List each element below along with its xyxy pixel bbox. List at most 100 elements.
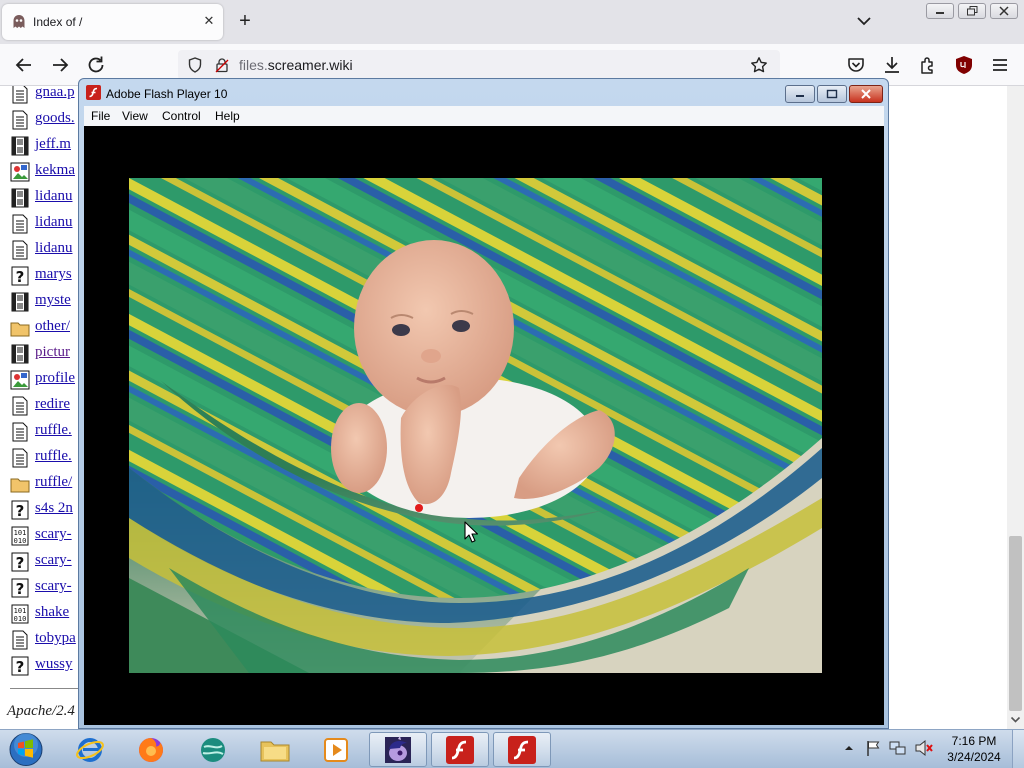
scroll-down-arrow-icon[interactable] — [1009, 713, 1022, 726]
file-link[interactable]: shake — [35, 604, 69, 621]
file-link[interactable]: ruffle. — [35, 422, 72, 439]
browser-close-button[interactable] — [990, 3, 1018, 19]
taskbar-clock[interactable]: 7:16 PM 3/24/2024 — [940, 733, 1008, 765]
tab-title: Index of / — [33, 15, 83, 29]
file-link[interactable]: scary- — [35, 526, 72, 543]
taskbar-firefox[interactable] — [122, 732, 180, 767]
document-icon — [10, 630, 30, 650]
file-link[interactable]: tobypa — [35, 630, 76, 647]
taskbar-flash-player-1[interactable] — [431, 732, 489, 767]
file-link[interactable]: goods. — [35, 110, 75, 127]
scrollbar-thumb[interactable] — [1009, 536, 1022, 711]
file-link[interactable]: lidanu — [35, 240, 73, 257]
file-link[interactable]: redire — [35, 396, 70, 413]
flash-logo-icon — [86, 85, 101, 100]
forward-arrow-icon[interactable] — [48, 53, 72, 77]
clock-date: 3/24/2024 — [947, 750, 1001, 764]
file-link[interactable]: scary- — [35, 552, 72, 569]
start-orb-windows-icon[interactable] — [4, 731, 48, 768]
file-link[interactable]: ruffle. — [35, 448, 72, 465]
network-icon[interactable] — [889, 739, 907, 757]
svg-text:101: 101 — [14, 529, 27, 537]
browser-minimize-button[interactable] — [926, 3, 954, 19]
tab-bar: Index of / ✕ + — [0, 0, 1024, 44]
menu-file[interactable]: File — [91, 109, 110, 123]
file-link[interactable]: ruffle/ — [35, 474, 72, 491]
flash-menu-bar: File View Control Help — [84, 106, 884, 126]
flash-close-button[interactable] — [849, 85, 883, 103]
server-footer: Apache/2.4 — [7, 703, 75, 719]
reload-icon[interactable] — [84, 53, 108, 77]
internet-explorer-icon — [76, 737, 104, 762]
tab-close-icon[interactable]: ✕ — [201, 13, 217, 29]
menu-help[interactable]: Help — [215, 109, 240, 123]
extensions-puzzle-icon[interactable] — [916, 53, 940, 77]
pocket-icon[interactable] — [844, 53, 868, 77]
document-icon — [10, 422, 30, 442]
url-subdomain: files. — [239, 57, 268, 73]
file-link[interactable]: lidanu — [35, 188, 73, 205]
show-desktop-button[interactable] — [1012, 730, 1024, 768]
ublock-origin-icon[interactable] — [952, 53, 976, 77]
file-link[interactable]: lidanu — [35, 214, 73, 231]
svg-text:?: ? — [16, 658, 25, 676]
bookmark-star-icon[interactable] — [750, 56, 768, 74]
taskbar-pony-app[interactable] — [369, 732, 427, 767]
clock-time: 7:16 PM — [951, 734, 997, 748]
file-link[interactable]: wussy — [35, 656, 73, 673]
menu-hamburger-icon[interactable] — [988, 53, 1012, 77]
document-icon — [10, 240, 30, 260]
flash-maximize-button[interactable] — [817, 85, 847, 103]
document-icon — [10, 214, 30, 234]
video-frame-baby-in-hammock — [129, 178, 822, 673]
file-link[interactable]: s4s 2n — [35, 500, 73, 517]
flash-stage[interactable] — [84, 126, 884, 725]
file-link[interactable]: marys — [35, 266, 72, 283]
file-link[interactable]: kekma — [35, 162, 75, 179]
taskbar-app-globe[interactable] — [184, 732, 242, 767]
action-center-flag-icon[interactable] — [865, 739, 883, 757]
flash-minimize-button[interactable] — [785, 85, 815, 103]
flash-window-title: Adobe Flash Player 10 — [106, 87, 228, 101]
svg-text:?: ? — [16, 268, 25, 286]
lock-warning-icon[interactable] — [214, 57, 230, 73]
svg-text:?: ? — [16, 502, 25, 520]
url-bar[interactable]: files.screamer.wiki — [178, 50, 780, 80]
taskbar-internet-explorer[interactable] — [61, 732, 119, 767]
folder-icon — [260, 741, 290, 761]
svg-text:010: 010 — [14, 537, 27, 545]
video-icon — [10, 292, 30, 312]
browser-tab[interactable]: Index of / ✕ — [2, 4, 223, 40]
back-arrow-icon[interactable] — [12, 53, 36, 77]
tracking-shield-icon[interactable] — [187, 57, 203, 73]
show-hidden-icons-arrow-icon[interactable] — [843, 742, 855, 754]
svg-text:?: ? — [16, 580, 25, 598]
file-link[interactable]: gnaa.p — [35, 86, 75, 101]
file-link[interactable]: other/ — [35, 318, 70, 335]
menu-view[interactable]: View — [122, 109, 148, 123]
taskbar-file-explorer[interactable] — [246, 732, 304, 767]
file-link[interactable]: profile — [35, 370, 75, 387]
video-icon — [10, 136, 30, 156]
divider — [10, 688, 80, 689]
unknown-icon: ? — [10, 500, 30, 520]
taskbar-flash-player-2[interactable] — [493, 732, 551, 767]
taskbar-media-player[interactable] — [307, 732, 365, 767]
file-link[interactable]: pictur — [35, 344, 70, 361]
system-tray — [843, 734, 943, 764]
file-link[interactable]: scary- — [35, 578, 72, 595]
tab-list-chevron-icon[interactable] — [853, 12, 875, 30]
menu-control[interactable]: Control — [162, 109, 201, 123]
downloads-icon[interactable] — [880, 53, 904, 77]
volume-muted-icon[interactable] — [914, 739, 934, 757]
media-player-icon — [324, 737, 348, 762]
file-link[interactable]: jeff.m — [35, 136, 71, 153]
unknown-icon: ? — [10, 266, 30, 286]
firefox-icon — [139, 737, 163, 762]
unknown-icon: ? — [10, 552, 30, 572]
browser-restore-button[interactable] — [958, 3, 986, 19]
mouse-cursor-icon — [464, 521, 478, 543]
new-tab-button[interactable]: + — [234, 10, 256, 32]
file-link[interactable]: myste — [35, 292, 71, 309]
document-icon — [10, 86, 30, 104]
